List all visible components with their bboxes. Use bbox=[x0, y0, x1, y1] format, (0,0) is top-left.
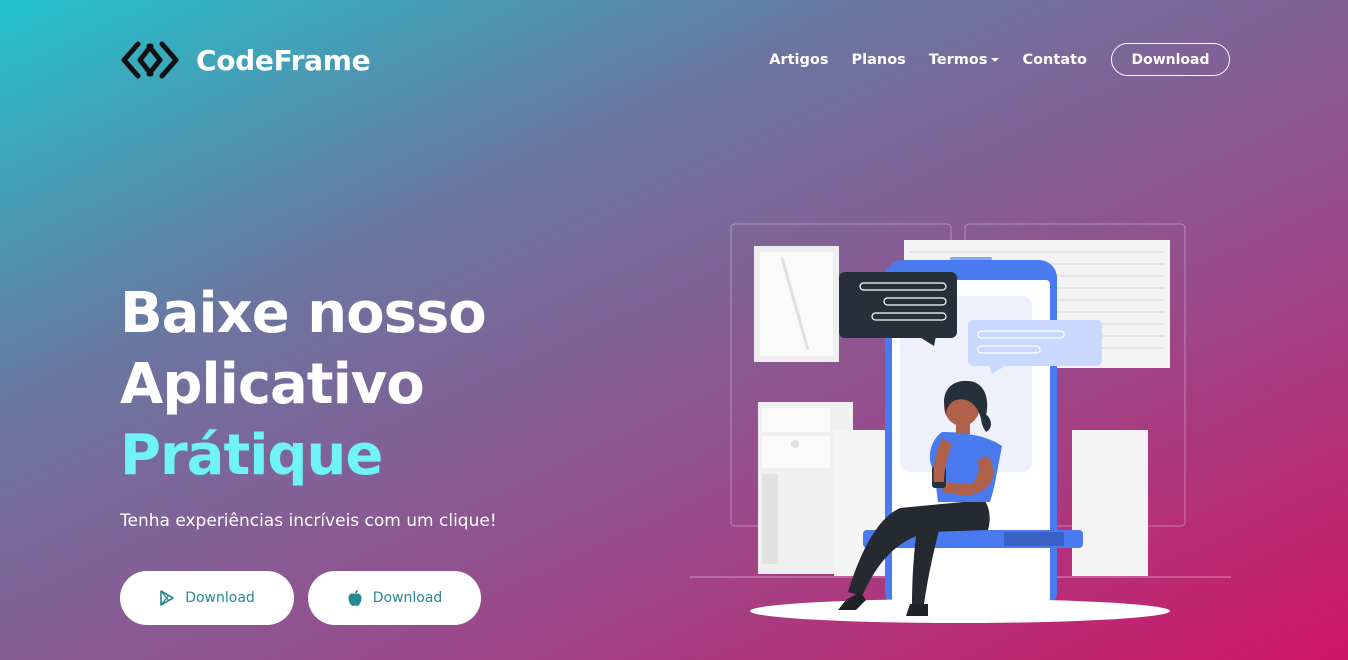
navbar: CodeFrame Artigos Planos Termos Contato … bbox=[0, 0, 1348, 120]
nav-link-contato[interactable]: Contato bbox=[1022, 52, 1087, 68]
caret-down-icon bbox=[991, 57, 1000, 62]
google-play-icon bbox=[160, 590, 175, 606]
brand-name: CodeFrame bbox=[196, 43, 371, 77]
apple-download-button[interactable]: Download bbox=[308, 571, 481, 625]
hero-title-line2: Aplicativo bbox=[120, 352, 425, 417]
hero-subtitle: Tenha experiências incríveis com um cliq… bbox=[120, 511, 497, 531]
hero-title: Baixe nosso Aplicativo Prátique bbox=[120, 278, 487, 491]
hero-title-accent: Prátique bbox=[120, 423, 383, 488]
nav-link-artigos[interactable]: Artigos bbox=[769, 52, 828, 68]
apple-icon bbox=[348, 589, 362, 606]
nav-dropdown-label: Termos bbox=[928, 51, 988, 68]
google-play-download-button[interactable]: Download bbox=[120, 571, 294, 625]
nav-download-button[interactable]: Download bbox=[1111, 43, 1230, 76]
main-menu: Artigos Planos Termos Contato Download bbox=[769, 43, 1230, 76]
code-brackets-icon bbox=[121, 41, 179, 79]
brand[interactable]: CodeFrame bbox=[120, 40, 371, 80]
nav-dropdown-termos[interactable]: Termos bbox=[929, 52, 1000, 68]
hero-title-line1: Baixe nosso bbox=[120, 281, 487, 346]
nav-link-planos[interactable]: Planos bbox=[851, 52, 905, 68]
google-play-download-label: Download bbox=[185, 590, 255, 606]
apple-download-label: Download bbox=[372, 590, 443, 606]
hero-illustration bbox=[690, 223, 1231, 623]
